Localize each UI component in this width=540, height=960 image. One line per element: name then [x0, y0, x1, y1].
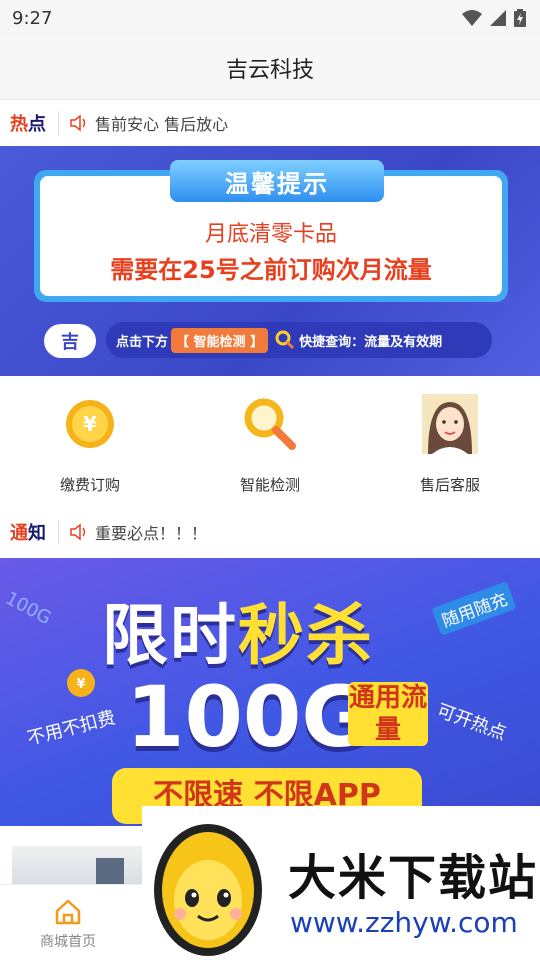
shortcut-label: 智能检测 [239, 476, 300, 494]
wifi-icon [462, 10, 482, 26]
page-title: 吉云科技 [225, 57, 314, 83]
product-thumbnail[interactable] [12, 846, 142, 886]
promo-corner-tag: 随用随充 [431, 581, 517, 636]
speaker-icon [69, 523, 89, 541]
promo-big-number: 100G [126, 668, 371, 766]
watermark-url: www.zzhyw.com [290, 906, 518, 939]
battery-icon [514, 9, 526, 27]
notify-text: 重要必点！！！ [95, 524, 208, 543]
shortcut-label: 售后客服 [419, 476, 480, 494]
hint-post: 快捷查询：流量及有效期 [299, 334, 443, 350]
hot-notice-bar[interactable]: 热点 售前安心 售后放心 [0, 100, 540, 146]
tip-card-inner: 温馨提示 月底清零卡品 需要在25号之前订购次月流量 [40, 160, 502, 296]
rice-mascot-icon [144, 810, 278, 960]
svg-text:¥: ¥ [83, 412, 97, 436]
watermark-title: 大米下载站 [288, 850, 539, 906]
coin-yen-icon: ¥ [60, 394, 120, 454]
tip-card: 温馨提示 月底清零卡品 需要在25号之前订购次月流量 [34, 160, 508, 302]
title-bar: 吉云科技 [0, 36, 540, 100]
home-icon [55, 899, 81, 925]
status-time: 9:27 [12, 7, 53, 29]
thumbnail-image [96, 858, 124, 886]
cloud-logo-icon: 吉 [44, 324, 96, 358]
watermark: 大米下载站 www.zzhyw.com [142, 806, 540, 960]
speaker-icon [69, 114, 89, 132]
tab-home[interactable]: 商城首页 [30, 899, 106, 951]
tip-hint: 点击下方 【 智能检测 】 快捷查询：流量及有效期 [106, 322, 492, 358]
tip-banner[interactable]: 温馨提示 月底清零卡品 需要在25号之前订购次月流量 吉 点击下方 【 智能检测… [0, 146, 540, 376]
magnifier-icon [240, 394, 300, 454]
tip-heading: 温馨提示 [170, 160, 384, 202]
tip-line1: 月底清零卡品 [204, 222, 337, 247]
divider [58, 520, 59, 544]
status-icons [462, 9, 526, 27]
promo-headline-white: 限时 [102, 597, 238, 674]
coin-yen-icon: ¥ [66, 668, 96, 702]
promo-right-text: 可开热点 [434, 700, 509, 745]
service-avatar-icon [420, 394, 480, 454]
hot-notice-text: 售前安心 售后放心 [95, 115, 229, 134]
notify-tag-b: 知 [28, 523, 46, 544]
shortcut-pay[interactable]: ¥ 缴费订购 [30, 394, 150, 495]
shortcut-detect[interactable]: 智能检测 [210, 394, 330, 495]
svg-text:¥: ¥ [76, 677, 85, 692]
tip-line2: 需要在25号之前订购次月流量 [110, 256, 432, 284]
promo-banner[interactable]: 100G 限时秒杀 随用随充 ¥ 100G 通用流量 不用不扣费 可开热点 不限… [0, 558, 540, 826]
hot-tag-a: 热 [10, 114, 28, 135]
notify-tag-a: 通 [10, 523, 28, 544]
notify-tag: 通知 [10, 519, 46, 545]
hot-tag-b: 点 [28, 114, 46, 135]
tab-home-label: 商城首页 [40, 934, 96, 950]
promo-tag: 通用流量 [348, 682, 428, 746]
promo-headline-yellow: 秒杀 [238, 597, 374, 674]
status-bar: 9:27 [0, 0, 540, 36]
hint-highlight: 【 智能检测 】 [171, 327, 269, 353]
divider [58, 111, 59, 135]
shortcut-service[interactable]: 售后客服 [390, 394, 510, 495]
promo-left-text: 不用不扣费 [25, 707, 118, 750]
hot-tag: 热点 [10, 110, 46, 136]
promo-side-label: 100G [1, 587, 55, 630]
promo-headline: 限时秒杀 [102, 582, 374, 678]
hint-pre: 点击下方 [116, 334, 169, 350]
notify-bar[interactable]: 通知 重要必点！！！ [0, 506, 540, 558]
signal-icon [490, 10, 506, 26]
magnifier-icon [275, 330, 295, 350]
shortcut-label: 缴费订购 [59, 476, 120, 494]
shortcut-row: ¥ 缴费订购 智能检测 售后客服 [0, 376, 540, 506]
